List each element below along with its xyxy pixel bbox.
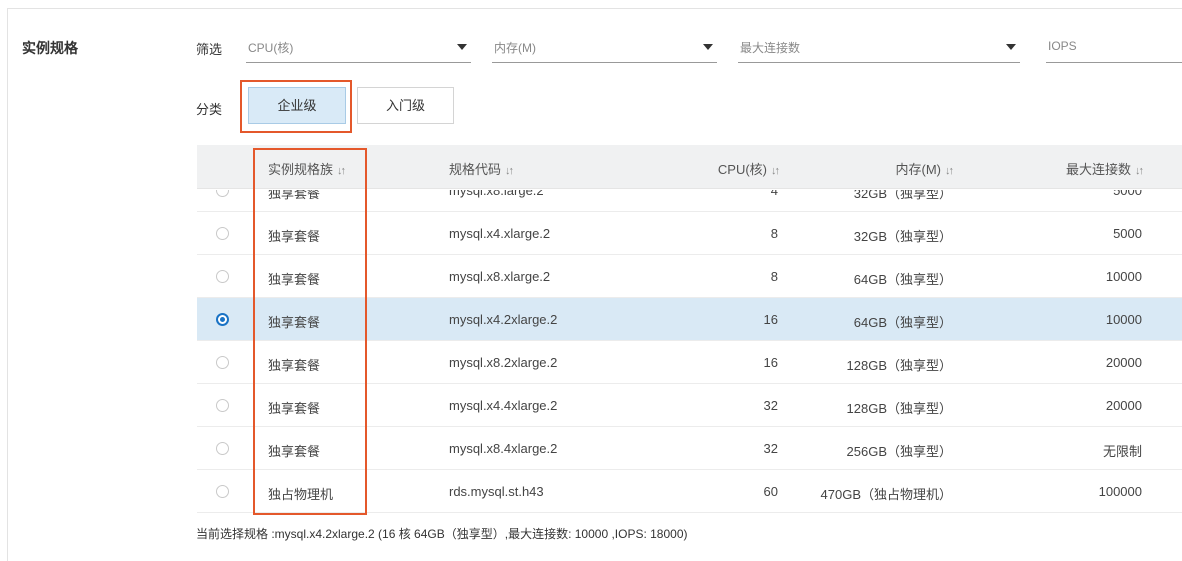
- cell-connections: 5000: [1113, 226, 1142, 241]
- header-connections[interactable]: 最大连接数 ↓↑: [1066, 159, 1144, 178]
- header-code[interactable]: 规格代码 ↓↑: [449, 159, 514, 178]
- cpu-filter-select[interactable]: CPU(核): [246, 32, 471, 63]
- panel-top-border: [7, 8, 1182, 9]
- row-radio[interactable]: [216, 485, 229, 498]
- sort-icon[interactable]: ↓↑: [337, 165, 346, 177]
- cell-memory: 470GB（独占物理机）: [820, 487, 952, 502]
- panel-left-border: [7, 8, 8, 561]
- section-label: 实例规格: [22, 40, 78, 56]
- row-radio[interactable]: [216, 442, 229, 455]
- cell-connections: 100000: [1098, 484, 1142, 499]
- row-radio[interactable]: [216, 356, 229, 369]
- header-cpu[interactable]: CPU(核) ↓↑: [718, 159, 780, 178]
- row-radio[interactable]: [216, 270, 229, 283]
- iops-filter-select[interactable]: IOPS: [1046, 32, 1182, 63]
- cell-cpu: 32: [763, 441, 778, 456]
- row-radio[interactable]: [216, 227, 229, 240]
- cell-memory: 64GB（独享型）: [853, 272, 952, 287]
- cell-memory: 32GB（独享型）: [853, 190, 952, 201]
- header-family[interactable]: 实例规格族 ↓↑: [268, 159, 346, 178]
- cell-family: 独享套餐: [268, 315, 321, 330]
- row-radio[interactable]: [216, 190, 229, 197]
- table-row[interactable]: 独享套餐 mysql.x8.xlarge.2 8 64GB（独享型） 10000: [197, 255, 1182, 298]
- cell-connections: 20000: [1105, 355, 1142, 370]
- memory-filter-select[interactable]: 内存(M): [492, 32, 717, 63]
- cell-cpu: 8: [770, 226, 778, 241]
- cell-code: mysql.x8.2xlarge.2: [449, 355, 558, 370]
- row-radio[interactable]: [216, 399, 229, 412]
- cell-memory: 256GB（独享型）: [846, 444, 952, 459]
- cell-cpu: 4: [770, 190, 778, 198]
- cell-family: 独享套餐: [268, 358, 321, 373]
- cell-family: 独享套餐: [268, 272, 321, 287]
- selection-summary: 当前选择规格 :mysql.x4.2xlarge.2 (16 核 64GB（独享…: [196, 527, 688, 541]
- sort-icon[interactable]: ↓↑: [505, 165, 514, 177]
- cell-memory: 128GB（独享型）: [846, 401, 952, 416]
- table-row-selected[interactable]: 独享套餐 mysql.x4.2xlarge.2 16 64GB（独享型） 100…: [197, 298, 1182, 341]
- row-radio-checked[interactable]: [216, 313, 229, 326]
- cell-family: 独享套餐: [268, 190, 321, 201]
- cell-code: rds.mysql.st.h43: [449, 484, 544, 499]
- category-enterprise-button[interactable]: 企业级: [248, 87, 346, 124]
- category-label: 分类: [196, 102, 223, 117]
- cell-connections: 5000: [1113, 190, 1142, 198]
- table-row[interactable]: 独享套餐 mysql.x8.2xlarge.2 16 128GB（独享型） 20…: [197, 341, 1182, 384]
- cell-code: mysql.x4.4xlarge.2: [449, 398, 558, 413]
- cell-connections: 10000: [1105, 312, 1142, 327]
- filter-label: 筛选: [196, 42, 223, 57]
- sort-icon[interactable]: ↓↑: [945, 165, 954, 177]
- connections-filter-placeholder: 最大连接数: [740, 41, 801, 55]
- cell-connections: 无限制: [1102, 444, 1142, 459]
- cell-cpu: 8: [770, 269, 778, 284]
- sort-icon[interactable]: ↓↑: [1135, 165, 1144, 177]
- table-header: 实例规格族 ↓↑ 规格代码 ↓↑ CPU(核) ↓↑ 内存(M) ↓↑ 最大连接数 ↓↑: [197, 145, 1182, 189]
- cell-code: mysql.x4.2xlarge.2: [449, 312, 558, 327]
- cell-family: 独占物理机: [268, 487, 334, 502]
- cell-connections: 10000: [1105, 269, 1142, 284]
- table-row[interactable]: 独享套餐 mysql.x4.xlarge.2 8 32GB（独享型） 5000: [197, 212, 1182, 255]
- connections-filter-select[interactable]: 最大连接数: [738, 32, 1020, 63]
- cell-memory: 128GB（独享型）: [846, 358, 952, 373]
- cell-connections: 20000: [1105, 398, 1142, 413]
- table-row[interactable]: 独享套餐 mysql.x4.4xlarge.2 32 128GB（独享型） 20…: [197, 384, 1182, 427]
- cell-cpu: 32: [763, 398, 778, 413]
- iops-filter-placeholder: IOPS: [1048, 39, 1077, 53]
- cell-code: mysql.x8.xlarge.2: [449, 269, 551, 284]
- category-entry-button[interactable]: 入门级: [357, 87, 454, 124]
- cell-family: 独享套餐: [268, 229, 321, 244]
- table-row[interactable]: 独占物理机 rds.mysql.st.h43 60 470GB（独占物理机） 1…: [197, 470, 1182, 513]
- cell-code: mysql.x8.4xlarge.2: [449, 441, 558, 456]
- chevron-down-icon: [1006, 44, 1016, 50]
- cell-cpu: 60: [763, 484, 778, 499]
- table-row[interactable]: 独享套餐 mysql.x8.4xlarge.2 32 256GB（独享型） 无限…: [197, 427, 1182, 470]
- table-row[interactable]: 独享套餐 mysql.x8.large.2 4 32GB（独享型） 5000: [197, 190, 1182, 212]
- cell-cpu: 16: [763, 355, 778, 370]
- chevron-down-icon: [703, 44, 713, 50]
- cell-cpu: 16: [763, 312, 778, 327]
- header-memory[interactable]: 内存(M) ↓↑: [896, 159, 955, 178]
- cell-family: 独享套餐: [268, 444, 321, 459]
- cell-family: 独享套餐: [268, 401, 321, 416]
- cell-code: mysql.x4.xlarge.2: [449, 226, 551, 241]
- chevron-down-icon: [457, 44, 467, 50]
- cpu-filter-placeholder: CPU(核): [248, 41, 294, 55]
- cell-memory: 32GB（独享型）: [853, 229, 952, 244]
- cell-memory: 64GB（独享型）: [853, 315, 952, 330]
- cell-code: mysql.x8.large.2: [449, 190, 544, 198]
- memory-filter-placeholder: 内存(M): [494, 41, 536, 55]
- sort-icon[interactable]: ↓↑: [771, 165, 780, 177]
